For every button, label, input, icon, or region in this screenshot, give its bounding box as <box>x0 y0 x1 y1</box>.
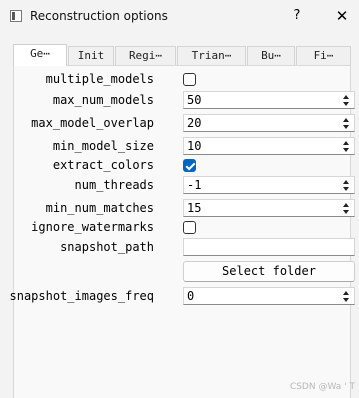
snapshot-path-input[interactable] <box>183 238 355 256</box>
spin-arrows[interactable] <box>342 93 351 107</box>
spin-arrows[interactable] <box>342 116 351 130</box>
snapshot-images-freq-label: snapshot_images_freq <box>9 289 155 303</box>
arrow-down-icon[interactable] <box>343 210 349 214</box>
tab-bar: Ge⋯ Init Regi⋯ Trian⋯ Bu⋯ Fi⋯ <box>13 44 351 66</box>
ignore-watermarks-label: ignore_watermarks <box>31 220 154 234</box>
arrow-down-icon[interactable] <box>343 125 349 129</box>
spin-arrows[interactable] <box>342 139 351 153</box>
min-model-size-spinbox[interactable]: 10 <box>183 137 355 155</box>
tab-general[interactable]: Ge⋯ <box>13 44 67 66</box>
max-num-models-value: 50 <box>187 93 202 107</box>
min-num-matches-label: min_num_matches <box>45 201 154 215</box>
window-title: Reconstruction options <box>30 9 168 23</box>
options-panel: multiple_models max_num_models 50 max_mo… <box>9 65 355 398</box>
num-threads-value: -1 <box>187 178 202 192</box>
tab-triangulation[interactable]: Trian⋯ <box>177 46 246 65</box>
title-bar: Reconstruction options ? ✕ <box>0 0 359 33</box>
app-icon <box>10 10 22 22</box>
multiple-models-label: multiple_models <box>45 72 154 86</box>
max-model-overlap-value: 20 <box>187 116 202 130</box>
max-model-overlap-spinbox[interactable]: 20 <box>183 114 355 132</box>
tab-init[interactable]: Init <box>68 46 114 65</box>
arrow-up-icon[interactable] <box>343 118 349 122</box>
min-num-matches-value: 15 <box>187 201 202 215</box>
arrow-down-icon[interactable] <box>343 102 349 106</box>
arrow-down-icon[interactable] <box>343 148 349 152</box>
max-model-overlap-label: max_model_overlap <box>31 116 154 130</box>
min-model-size-value: 10 <box>187 139 202 153</box>
snapshot-images-freq-value: 0 <box>187 289 195 303</box>
help-button[interactable]: ? <box>284 6 310 26</box>
multiple-models-checkbox[interactable] <box>183 73 196 86</box>
arrow-down-icon[interactable] <box>343 187 349 191</box>
arrow-up-icon[interactable] <box>343 95 349 99</box>
select-folder-button[interactable]: Select folder <box>183 261 355 282</box>
arrow-up-icon[interactable] <box>343 180 349 184</box>
snapshot-path-label: snapshot_path <box>60 240 154 254</box>
max-num-models-spinbox[interactable]: 50 <box>183 91 355 109</box>
arrow-up-icon[interactable] <box>343 203 349 207</box>
min-model-size-label: min_model_size <box>52 139 154 153</box>
arrow-up-icon[interactable] <box>343 291 349 295</box>
tab-filter[interactable]: Fi⋯ <box>296 46 351 65</box>
tab-registration[interactable]: Regi⋯ <box>115 46 176 65</box>
tab-bundle[interactable]: Bu⋯ <box>247 46 295 65</box>
spin-arrows[interactable] <box>342 178 351 192</box>
extract-colors-label: extract_colors <box>52 158 154 172</box>
spin-arrows[interactable] <box>342 289 351 303</box>
watermark: CSDN @Wa ' T <box>289 382 355 392</box>
max-num-models-label: max_num_models <box>52 93 154 107</box>
close-button[interactable]: ✕ <box>329 6 355 26</box>
arrow-up-icon[interactable] <box>343 141 349 145</box>
extract-colors-checkbox[interactable] <box>183 159 196 172</box>
num-threads-spinbox[interactable]: -1 <box>183 176 355 194</box>
num-threads-label: num_threads <box>74 178 154 192</box>
snapshot-images-freq-spinbox[interactable]: 0 <box>183 287 355 305</box>
ignore-watermarks-checkbox[interactable] <box>183 221 196 234</box>
spin-arrows[interactable] <box>342 201 351 215</box>
min-num-matches-spinbox[interactable]: 15 <box>183 199 355 217</box>
arrow-down-icon[interactable] <box>343 298 349 302</box>
